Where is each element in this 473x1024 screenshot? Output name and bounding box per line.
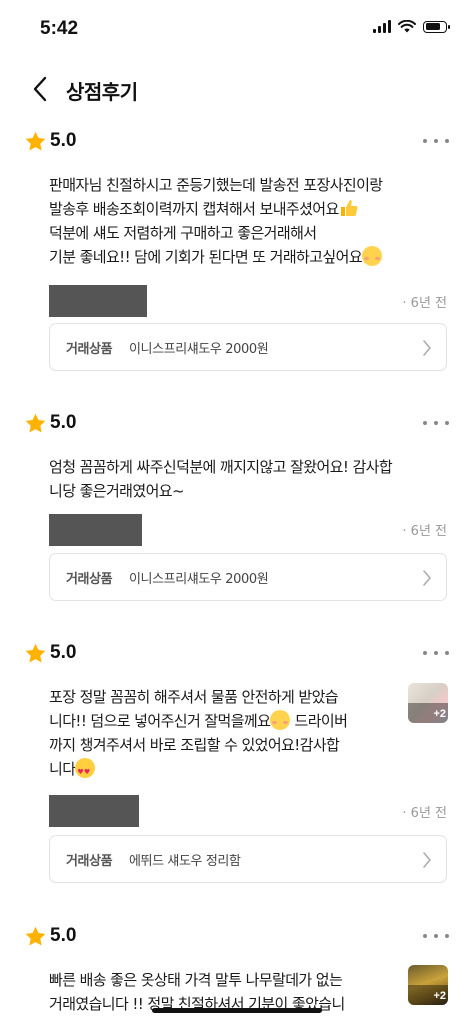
chevron-right-icon	[423, 340, 431, 356]
battery-icon	[423, 20, 450, 33]
product-name: 에뛰드 섀도우 정리함	[129, 854, 241, 869]
review-line: 까지 챙겨주셔서 바로 조립할 수 있었어요!감사합	[49, 736, 340, 754]
review-item: 5.0 판매자님 친절하시고 준등기했는데 발송전 포장사진이랑 발송후 배송조…	[0, 128, 473, 378]
chevron-left-icon	[33, 76, 47, 102]
review-text: 엄청 꼼꼼하게 싸주신덕분에 깨지지않고 잘왔어요! 감사합 니당 좋은거래였어…	[49, 455, 399, 503]
time-ago: · 6년 전	[402, 296, 447, 311]
rating-row: 5.0	[24, 128, 76, 154]
time-ago: · 6년 전	[402, 806, 447, 821]
more-options-button[interactable]	[423, 929, 449, 943]
more-options-button[interactable]	[423, 416, 449, 430]
star-icon	[25, 643, 46, 663]
page-title: 상점후기	[66, 80, 138, 104]
rating-row: 5.0	[24, 410, 76, 436]
product-label: 거래상품	[66, 854, 113, 869]
chevron-right-icon	[423, 852, 431, 868]
review-item: 5.0 포장 정말 꼼꼼히 해주셔서 물품 안전하게 받았습 니다!! 덤으로 …	[0, 640, 473, 890]
blush-emoji-icon	[362, 246, 383, 266]
time-ago: · 6년 전	[402, 524, 447, 539]
review-line: 엄청 꼼꼼하게 싸주신덕분에 깨지지않고 잘왔어요! 감사합	[49, 458, 393, 476]
thumbs-up-emoji-icon	[340, 200, 358, 216]
star-icon	[25, 131, 46, 151]
product-name: 이니스프리섀도우 2000원	[129, 572, 269, 587]
status-icons	[373, 20, 450, 33]
review-line: 포장 정말 꼼꼼히 해주셔서 물품 안전하게 받았습	[49, 688, 339, 706]
review-item: 5.0 엄청 꼼꼼하게 싸주신덕분에 깨지지않고 잘왔어요! 감사합 니당 좋은…	[0, 410, 473, 605]
rating-value: 5.0	[50, 412, 77, 433]
chevron-right-icon	[423, 570, 431, 586]
review-photo-thumbnail[interactable]: +2	[408, 683, 448, 723]
review-line: 판매자님 친절하시고 준등기했는데 발송전 포장사진이랑	[49, 176, 383, 194]
more-options-button[interactable]	[423, 134, 449, 148]
home-indicator[interactable]	[152, 1008, 322, 1013]
star-icon	[25, 413, 46, 433]
review-line: 니다!! 덤으로 넣어주신거 잘먹을께요	[49, 712, 271, 730]
product-label: 거래상품	[66, 342, 113, 357]
more-options-button[interactable]	[423, 646, 449, 660]
review-line: 니당 좋은거래였어요~	[49, 482, 185, 500]
photo-count-badge: +2	[433, 708, 446, 720]
rating-value: 5.0	[50, 925, 77, 946]
status-bar: 5:42	[0, 0, 473, 56]
signal-icon	[373, 20, 391, 33]
star-icon	[25, 926, 46, 946]
product-label: 거래상품	[66, 572, 113, 587]
wifi-icon	[398, 20, 416, 33]
rating-row: 5.0	[24, 640, 76, 666]
review-line: 니다	[49, 760, 76, 778]
review-line: 덕분에 섀도 저렴하게 구매하고 좋은거래해서	[49, 224, 317, 242]
status-time: 5:42	[40, 18, 79, 39]
photo-count-badge: +2	[433, 990, 446, 1002]
review-line: 드라이버	[290, 712, 348, 730]
product-link[interactable]: 거래상품 이니스프리섀도우 2000원	[49, 553, 447, 601]
product-link[interactable]: 거래상품 이니스프리섀도우 2000원	[49, 323, 447, 371]
heart-eyes-emoji-icon	[75, 758, 96, 784]
reviewer-name-redacted	[49, 285, 147, 317]
review-photo-thumbnail[interactable]: +2	[408, 965, 448, 1005]
rating-value: 5.0	[50, 642, 77, 663]
back-button[interactable]	[24, 72, 56, 106]
rating-row: 5.0	[24, 923, 76, 949]
smile-emoji-icon	[270, 710, 291, 730]
rating-value: 5.0	[50, 130, 77, 151]
battery-level	[425, 23, 441, 30]
review-text: 포장 정말 꼼꼼히 해주셔서 물품 안전하게 받았습 니다!! 덤으로 넣어주신…	[49, 685, 399, 784]
product-link[interactable]: 거래상품 에뛰드 섀도우 정리함	[49, 835, 447, 883]
review-line: 빠른 배송 좋은 옷상태 가격 말투 나무랄데가 없는	[49, 971, 343, 989]
product-name: 이니스프리섀도우 2000원	[129, 342, 269, 357]
reviewer-name-redacted	[49, 514, 142, 546]
reviewer-name-redacted	[49, 795, 139, 827]
review-line: 기분 좋네요!! 담에 기회가 된다면 또 거래하고싶어요	[49, 248, 363, 266]
header: 상점후기	[0, 64, 473, 114]
review-text: 판매자님 친절하시고 준등기했는데 발송전 포장사진이랑 발송후 배송조회이력까…	[49, 173, 399, 269]
review-line: 발송후 배송조회이력까지 캡쳐해서 보내주셨어요	[49, 200, 339, 218]
